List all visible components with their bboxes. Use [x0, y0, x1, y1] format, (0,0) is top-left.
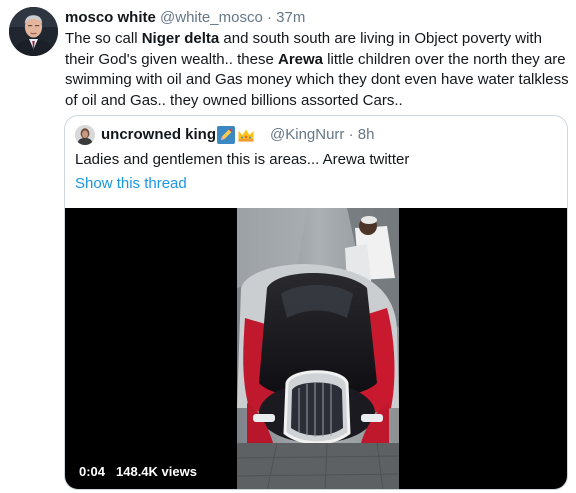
quoted-display-name[interactable]: uncrowned king [101, 124, 216, 146]
quoted-tweet-text: Ladies and gentlemen this is areas... Ar… [75, 151, 410, 168]
quoted-avatar-photo-icon [75, 125, 95, 145]
avatar-photo-icon [9, 7, 58, 56]
quoted-tweet-card[interactable]: uncrowned king @KingNurr · 8h Ladies and… [64, 115, 568, 490]
header-separator: · [266, 9, 272, 26]
show-thread-link[interactable]: Show this thread [75, 174, 187, 194]
author-handle[interactable]: @white_mosco [160, 9, 263, 26]
avatar[interactable] [9, 7, 58, 56]
author-display-name[interactable]: mosco white [65, 9, 156, 26]
tweet-text: The so call Niger delta and south south … [65, 29, 570, 111]
quoted-separator: · [348, 126, 354, 143]
crown-emoji-icon [238, 129, 254, 142]
video-player[interactable]: 0:04 148.4K views [65, 208, 567, 489]
tweet[interactable]: mosco white @white_mosco · 37m The so ca… [0, 0, 576, 493]
tweet-text-bold: Niger delta [141, 30, 220, 47]
video-view-count: 148.4K views [116, 464, 197, 479]
quoted-handle[interactable]: @KingNurr [270, 126, 344, 143]
tweet-text-part: The so call [65, 30, 142, 47]
tweet-timestamp[interactable]: 37m [276, 9, 305, 26]
tweet-text-bold: Arewa [277, 50, 324, 68]
quoted-timestamp[interactable]: 8h [358, 126, 375, 143]
pencil-emoji-icon [217, 126, 235, 144]
quoted-avatar[interactable] [75, 125, 95, 145]
quoted-meta: @KingNurr · 8h [270, 124, 374, 146]
tweet-header: mosco white @white_mosco · 37m [65, 8, 305, 28]
video-elapsed-time: 0:04 [79, 464, 106, 479]
video-frame[interactable] [237, 208, 399, 489]
video-thumbnail-car-icon [237, 208, 399, 489]
